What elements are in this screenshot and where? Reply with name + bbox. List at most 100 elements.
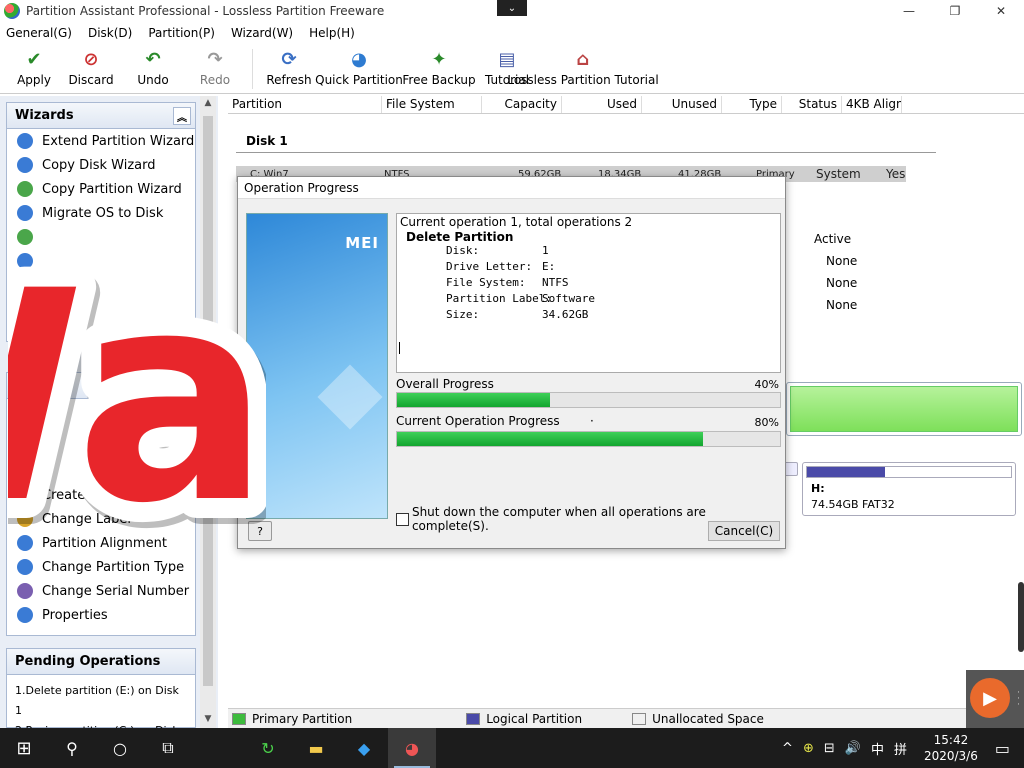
lossless-tutorial-label: Lossless Partition Tutorial xyxy=(507,73,659,87)
legend-swatch xyxy=(632,712,647,725)
start-button[interactable]: ⊞ xyxy=(0,728,48,768)
undo-button[interactable]: ↶ Undo xyxy=(122,45,184,93)
legend-bar: Primary Partition Logical Partition Unal… xyxy=(228,708,1018,728)
wizard-item-extend[interactable]: Extend Partition Wizard xyxy=(7,129,195,153)
free-backup-button[interactable]: ✦ Free Backup xyxy=(399,45,479,93)
disk1-partition-bar[interactable] xyxy=(786,382,1022,436)
col-filesystem[interactable]: File System xyxy=(382,96,482,113)
properties-icon xyxy=(17,607,33,623)
check-icon: ✔ xyxy=(26,48,42,70)
more-icon[interactable]: · · · xyxy=(1017,689,1020,710)
collapse-icon[interactable]: ︽ xyxy=(173,107,191,125)
field-key: File System: xyxy=(446,276,526,289)
taskbar-app-feather[interactable]: ◆ xyxy=(340,728,388,768)
partition-block-h[interactable]: H: 74.54GB FAT32 xyxy=(802,462,1016,516)
cortana-icon[interactable]: ○ xyxy=(96,728,144,768)
search-icon[interactable]: ⚲ xyxy=(48,728,96,768)
volume-icon[interactable]: 🔊 xyxy=(845,741,861,756)
col-status[interactable]: Status xyxy=(782,96,842,113)
clock[interactable]: 15:42 2020/3/6 xyxy=(924,732,978,764)
col-used[interactable]: Used xyxy=(562,96,642,113)
taskbar: ⊞ ⚲ ○ ⧉ ↻ ▬ ◆ ◕ ^ ⊕ ⊟ 🔊 中 拼 15:42 2020/3… xyxy=(0,728,1024,768)
copy-disk-icon xyxy=(17,157,33,173)
taskbar-app-360[interactable]: ↻ xyxy=(244,728,292,768)
ops-item-serial[interactable]: Change Serial Number xyxy=(7,579,195,603)
notification-icon[interactable]: ▭ xyxy=(995,739,1010,758)
col-type[interactable]: Type xyxy=(722,96,782,113)
discard-button[interactable]: ⊘ Discard xyxy=(60,45,122,93)
col-unused[interactable]: Unused xyxy=(642,96,722,113)
banner-graphic xyxy=(317,364,383,430)
disk-label: Disk 1 xyxy=(246,134,288,148)
taskbar-app-partition[interactable]: ◕ xyxy=(388,728,436,768)
lossless-tutorial-button[interactable]: ⌂ Lossless Partition Tutorial xyxy=(507,45,658,93)
wizard-item-label: Extend Partition Wizard xyxy=(42,133,195,149)
partition-block[interactable] xyxy=(784,462,798,476)
toolbar-separator xyxy=(252,49,253,89)
field-key: Size: xyxy=(446,308,480,321)
wizard-item-copy-disk[interactable]: Copy Disk Wizard xyxy=(7,153,195,177)
table-header: Partition File System Capacity Used Unus… xyxy=(228,96,1024,114)
ops-item-type[interactable]: Change Partition Type xyxy=(7,555,195,579)
sticker-text: Wait xyxy=(8,230,266,548)
field-value: 1 xyxy=(542,244,549,257)
tray-expand-icon[interactable]: ^ xyxy=(782,741,793,756)
checkbox-box[interactable] xyxy=(396,512,409,526)
ime-mode-icon[interactable]: 拼 xyxy=(894,739,907,758)
legend-label: Primary Partition xyxy=(252,711,353,726)
wizard-item-label: Copy Partition Wizard xyxy=(42,181,182,197)
menu-wizard[interactable]: Wizard(W) xyxy=(231,26,293,40)
taskbar-app-explorer[interactable]: ▬ xyxy=(292,728,340,768)
col-4kb[interactable]: 4KB Aligned xyxy=(842,96,902,113)
menu-partition[interactable]: Partition(P) xyxy=(148,26,215,40)
ime-icon[interactable]: 中 xyxy=(871,739,884,758)
cell-status: System xyxy=(816,167,861,181)
menu-help[interactable]: Help(H) xyxy=(309,26,355,40)
apply-label: Apply xyxy=(17,73,51,87)
col-partition[interactable]: Partition xyxy=(228,96,382,113)
field-row: Size: 34.62GB xyxy=(400,308,777,324)
field-row: Disk: 1 xyxy=(400,244,777,260)
window-controls: — ❐ ✕ xyxy=(886,0,1024,22)
undo-icon: ↶ xyxy=(145,48,161,70)
backup-icon: ✦ xyxy=(431,48,447,70)
menu-bar: General(G) Disk(D) Partition(P) Wizard(W… xyxy=(0,22,1024,44)
dialog-title: Operation Progress xyxy=(238,177,785,199)
scroll-up-icon[interactable]: ▲ xyxy=(200,98,216,108)
redo-button[interactable]: ↷ Redo xyxy=(184,45,246,93)
close-button[interactable]: ✕ xyxy=(978,0,1024,22)
main-scrollbar[interactable] xyxy=(1018,582,1024,652)
usage-bar xyxy=(806,466,1012,478)
chevron-down-icon[interactable]: ⌄ xyxy=(497,0,527,16)
operation-info-box: Current operation 1, total operations 2 … xyxy=(396,213,781,373)
menu-general[interactable]: General(G) xyxy=(6,26,72,40)
ops-item-properties[interactable]: Properties xyxy=(7,603,195,627)
clock-time: 15:42 xyxy=(933,733,969,747)
redo-label: Redo xyxy=(199,73,231,87)
op-name: Delete Partition xyxy=(406,230,514,244)
pending-op-item[interactable]: 1.Delete partition (E:) on Disk 1 xyxy=(15,681,187,721)
wait-sticker: Wait Wait Wait xyxy=(8,210,266,548)
partition-h-label: H: xyxy=(811,482,825,495)
status-value: Active xyxy=(814,232,852,246)
menu-disk[interactable]: Disk(D) xyxy=(88,26,132,40)
col-capacity[interactable]: Capacity xyxy=(482,96,562,113)
minimize-button[interactable]: — xyxy=(886,0,932,22)
network-icon[interactable]: ⊟ xyxy=(824,741,835,756)
status-value: None xyxy=(826,276,858,290)
tray-app-icon[interactable]: ⊕ xyxy=(803,741,814,756)
quick-partition-button[interactable]: ◕ Quick Partition xyxy=(315,45,403,93)
task-view-icon[interactable]: ⧉ xyxy=(144,728,192,768)
scroll-down-icon[interactable]: ▼ xyxy=(200,714,216,724)
divider xyxy=(236,152,936,153)
refresh-button[interactable]: ⟳ Refresh xyxy=(259,45,319,93)
restore-button[interactable]: ❐ xyxy=(932,0,978,22)
recorder-icon[interactable]: ▶ xyxy=(970,678,1010,718)
brand-banner: MEI xyxy=(246,213,388,519)
floating-recorder-widget[interactable]: ▶ · · · xyxy=(966,670,1024,728)
quick-partition-icon: ◕ xyxy=(351,48,367,70)
discard-icon: ⊘ xyxy=(83,48,99,70)
cancel-button[interactable]: Cancel(C) xyxy=(708,521,780,541)
apply-button[interactable]: ✔ Apply xyxy=(8,45,60,93)
legend-swatch xyxy=(232,712,246,725)
